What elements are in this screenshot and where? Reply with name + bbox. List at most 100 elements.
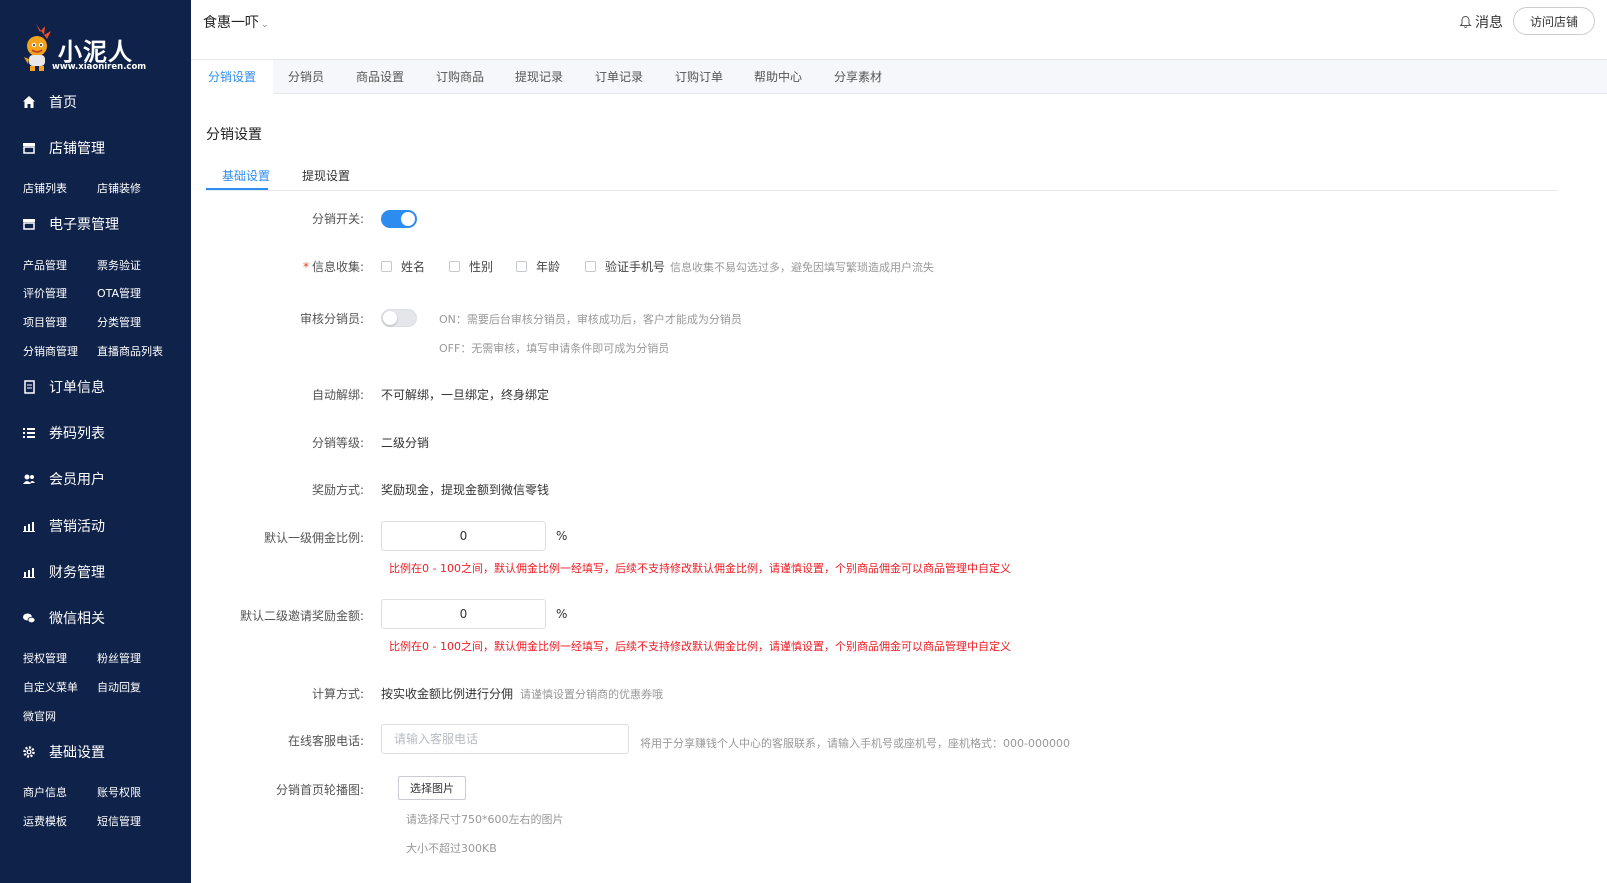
tab-distributors[interactable]: 分销员 — [273, 60, 339, 94]
review-hint-off: OFF：无需审核，填写申请条件即可成为分销员 — [439, 342, 670, 355]
sidebar-subitem[interactable]: 直播商品列表 — [97, 343, 163, 359]
top-tabs: 分销设置 分销员 商品设置 订购商品 提现记录 订单记录 订购订单 帮助中心 分… — [191, 60, 1607, 94]
rate2-label: 默认二级邀请奖励金额: — [239, 609, 364, 623]
tab-product-settings[interactable]: 商品设置 — [347, 60, 413, 94]
checkbox-label: 性别 — [469, 260, 494, 274]
reward-label: 奖励方式: — [311, 483, 364, 497]
users-icon — [22, 472, 36, 486]
active-tab-indicator — [206, 188, 268, 190]
tab-share-materials[interactable]: 分享素材 — [825, 60, 891, 94]
sidebar-subitem[interactable]: 店铺列表 — [23, 180, 67, 196]
mascot-logo-icon — [24, 24, 51, 71]
sidebar-subitem[interactable]: OTA管理 — [97, 285, 141, 301]
sidebar-subitem[interactable]: 账号权限 — [97, 784, 141, 800]
checkbox-name[interactable]: 姓名 — [381, 258, 425, 275]
rate2-input[interactable]: 0 — [381, 599, 546, 629]
checkbox-box — [585, 261, 596, 272]
tab-order-records[interactable]: 订单记录 — [586, 60, 652, 94]
sidebar-subitem[interactable]: 粉丝管理 — [97, 650, 141, 666]
sidebar-item-label: 电子票管理 — [49, 217, 119, 233]
tab-withdraw-settings[interactable]: 提现设置 — [302, 167, 350, 184]
sidebar-subitem[interactable]: 项目管理 — [23, 314, 67, 330]
wechat-icon — [22, 611, 36, 625]
sidebar-subitem[interactable]: 店铺装修 — [97, 180, 141, 196]
home-icon — [22, 95, 36, 109]
sidebar-item-members[interactable]: 会员用户 — [22, 467, 105, 491]
sidebar-item-home[interactable]: 首页 — [22, 90, 77, 114]
checkbox-box — [381, 261, 392, 272]
required-mark: * — [302, 260, 309, 274]
tab-subscribe-orders[interactable]: 订购订单 — [666, 60, 732, 94]
checkbox-box — [449, 261, 460, 272]
sidebar-item-label: 会员用户 — [49, 472, 105, 488]
distribution-switch[interactable] — [381, 210, 417, 228]
logo[interactable]: 小泥人 www.xiaoniren.com — [20, 22, 170, 74]
shop-selector[interactable]: 食惠一吓 ⌄ — [203, 12, 269, 32]
checkbox-label: 姓名 — [401, 260, 426, 274]
switch-label: 分销开关: — [311, 212, 364, 226]
sidebar-item-coupons[interactable]: 券码列表 — [22, 421, 105, 445]
brand-url: www.xiaoniren.com — [52, 62, 147, 72]
sidebar-subitem[interactable]: 微官网 — [23, 708, 56, 724]
phone-hint: 将用于分享赚钱个人中心的客服联系，请输入手机号或座机号，座机格式：000-000… — [640, 737, 1070, 750]
sidebar-subitem[interactable]: 评价管理 — [23, 285, 67, 301]
shop-name: 食惠一吓 — [203, 15, 259, 31]
bar-chart-icon — [22, 565, 36, 579]
level-value: 二级分销 — [381, 436, 430, 450]
sidebar-item-store[interactable]: 店铺管理 — [22, 136, 105, 160]
sidebar-item-settings[interactable]: 基础设置 — [22, 740, 105, 764]
checkbox-label: 年龄 — [536, 260, 561, 274]
chevron-down-icon: ⌄ — [261, 20, 269, 30]
select-image-button[interactable]: 选择图片 — [398, 776, 466, 800]
sidebar-subitem[interactable]: 自动回复 — [97, 679, 141, 695]
rate2-warning: 比例在0 - 100之间，默认佣金比例一经填写，后续不支持修改默认佣金比例，请谨… — [389, 640, 1011, 653]
reward-value: 奖励现金，提现金额到微信零钱 — [381, 483, 550, 497]
rate1-input[interactable]: 0 — [381, 521, 546, 551]
calc-label: 计算方式: — [311, 687, 364, 701]
switch-knob — [383, 311, 397, 325]
sidebar-subitem[interactable]: 自定义菜单 — [23, 679, 78, 695]
page-title: 分销设置 — [206, 127, 262, 143]
sidebar-subitem[interactable]: 短信管理 — [97, 813, 141, 829]
banner-limit-hint: 大小不超过300KB — [406, 842, 497, 855]
tab-withdraw-records[interactable]: 提现记录 — [506, 60, 572, 94]
visit-store-button[interactable]: 访问店铺 — [1513, 7, 1595, 35]
checkbox-verify-phone[interactable]: 验证手机号 — [585, 258, 665, 275]
sidebar-subitem[interactable]: 票务验证 — [97, 257, 141, 273]
messages-button[interactable]: 消息 — [1459, 12, 1503, 32]
sidebar-item-wechat[interactable]: 微信相关 — [22, 606, 105, 630]
checkbox-gender[interactable]: 性别 — [449, 258, 493, 275]
sidebar: 小泥人 www.xiaoniren.com 首页 店铺管理 店铺列表 店铺装修 … — [0, 0, 191, 883]
messages-label: 消息 — [1475, 15, 1503, 31]
sidebar-subitem[interactable]: 分类管理 — [97, 314, 141, 330]
tab-help-center[interactable]: 帮助中心 — [745, 60, 811, 94]
sidebar-subitem[interactable]: 产品管理 — [23, 257, 67, 273]
rate1-warning: 比例在0 - 100之间，默认佣金比例一经填写，后续不支持修改默认佣金比例，请谨… — [389, 562, 1011, 575]
tab-subscribe-products[interactable]: 订购商品 — [427, 60, 493, 94]
tab-basic-settings[interactable]: 基础设置 — [222, 167, 270, 184]
info-collection-label-text: 信息收集: — [311, 260, 364, 274]
sidebar-item-orders[interactable]: 订单信息 — [22, 375, 105, 399]
unbind-label: 自动解绑: — [311, 388, 364, 402]
switch-knob — [401, 212, 415, 226]
review-switch[interactable] — [381, 309, 417, 327]
info-collection-label: * 信息收集: — [303, 258, 364, 275]
sidebar-subitem[interactable]: 商户信息 — [23, 784, 67, 800]
sidebar-item-eticket[interactable]: 电子票管理 — [22, 212, 119, 236]
percent-unit: % — [556, 529, 568, 543]
banner-label: 分销首页轮播图: — [275, 783, 364, 797]
checkbox-box — [516, 261, 527, 272]
sidebar-item-label: 店铺管理 — [49, 141, 105, 157]
checkbox-label: 验证手机号 — [605, 260, 666, 274]
sidebar-subitem[interactable]: 授权管理 — [23, 650, 67, 666]
sub-tabs: 基础设置 提现设置 — [206, 160, 1558, 191]
sidebar-item-marketing[interactable]: 营销活动 — [22, 514, 105, 538]
bar-chart-icon — [22, 519, 36, 533]
sidebar-subitem[interactable]: 分销商管理 — [23, 343, 78, 359]
calc-value: 按实收金额比例进行分佣 — [381, 687, 514, 701]
sidebar-subitem[interactable]: 运费模板 — [23, 813, 67, 829]
checkbox-age[interactable]: 年龄 — [516, 258, 560, 275]
sidebar-item-finance[interactable]: 财务管理 — [22, 560, 105, 584]
tab-distribution-settings[interactable]: 分销设置 — [191, 60, 273, 94]
customer-service-phone-input[interactable] — [381, 724, 629, 754]
